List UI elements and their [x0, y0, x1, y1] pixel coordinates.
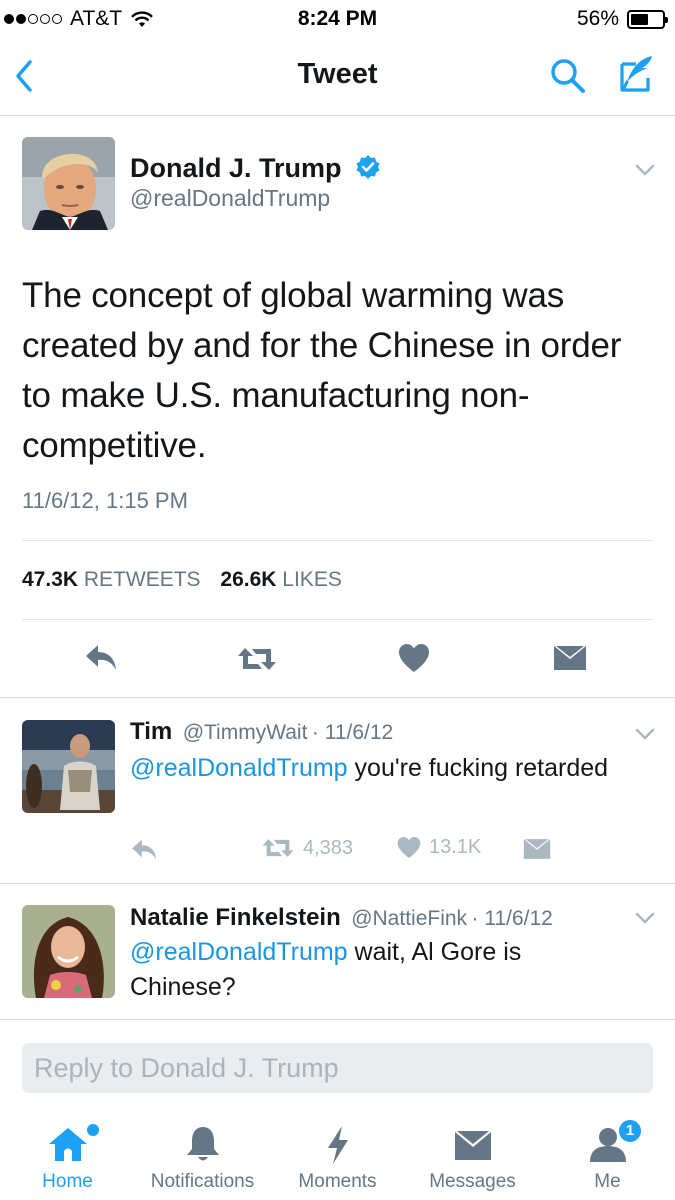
reply-icon: [132, 839, 157, 860]
reply-avatar[interactable]: [22, 905, 115, 998]
chevron-down-icon[interactable]: [634, 911, 656, 925]
retweet-icon[interactable]: [236, 645, 278, 673]
direct-message-icon: [523, 839, 551, 859]
tab-bar: Home Notifications Moments Messages 1 Me: [0, 1110, 675, 1200]
reply-author-name[interactable]: Tim: [130, 718, 172, 745]
status-right: 56%: [576, 7, 668, 31]
reply-date: · 11/6/12: [311, 721, 394, 744]
reply-button[interactable]: [130, 838, 160, 862]
tweet-text: The concept of global warming was create…: [22, 276, 622, 465]
chevron-down-icon[interactable]: [634, 727, 656, 741]
tab-moments[interactable]: Moments: [270, 1110, 405, 1200]
battery-icon: [627, 9, 668, 29]
direct-message-icon[interactable]: [553, 645, 587, 671]
verified-badge-icon: [356, 155, 380, 179]
tab-label: Me: [594, 1171, 621, 1192]
divider: [0, 697, 675, 698]
divider: [0, 883, 675, 884]
status-bar: AT&T 8:24 PM 56%: [0, 0, 675, 38]
reply-like-count: 13.1K: [429, 836, 482, 858]
tweet-timestamp: 11/6/12, 1:15 PM: [22, 488, 188, 513]
reply-icon[interactable]: [84, 643, 120, 673]
trump-portrait-image: [22, 137, 115, 230]
likes-count[interactable]: 26.6K: [220, 568, 276, 591]
tab-label: Notifications: [150, 1171, 255, 1192]
bell-icon: [186, 1127, 219, 1161]
likes-label[interactable]: LIKES: [282, 568, 342, 591]
reply-author-handle[interactable]: @TimmyWait: [183, 721, 308, 744]
message-button[interactable]: [523, 838, 551, 860]
heart-icon[interactable]: [398, 643, 430, 673]
reply-author-name[interactable]: Natalie Finkelstein: [130, 904, 341, 931]
search-icon[interactable]: [548, 56, 588, 96]
retweet-icon: [262, 839, 294, 857]
reply-avatar[interactable]: [22, 720, 115, 813]
author-name[interactable]: Donald J. Trump: [130, 153, 381, 184]
compose-icon[interactable]: [612, 52, 658, 98]
reply-author-handle[interactable]: @NattieFink: [351, 907, 467, 930]
divider: [22, 540, 653, 541]
tim-avatar-image: [22, 720, 115, 813]
status-time: 8:24 PM: [297, 7, 378, 30]
reply-text: @realDonaldTrump wait, Al Gore is Chines…: [130, 935, 610, 1005]
natalie-avatar-image: [22, 905, 115, 998]
battery-level: [631, 13, 648, 25]
tweet-stats: 47.3K RETWEETS 26.6K LIKES: [22, 568, 356, 592]
lightning-icon: [327, 1126, 348, 1164]
heart-icon: [397, 837, 421, 858]
retweets-count[interactable]: 47.3K: [22, 568, 78, 591]
tab-label: Moments: [298, 1171, 377, 1192]
divider: [22, 619, 653, 620]
reply-header: Natalie Finkelstein @NattieFink · 11/6/1…: [130, 904, 553, 932]
divider: [0, 1019, 675, 1020]
battery-percent: 56%: [576, 7, 619, 30]
reply-retweet-count: 4,383: [303, 836, 354, 859]
mention-link[interactable]: @realDonaldTrump: [130, 938, 348, 966]
author-name-text: Donald J. Trump: [130, 153, 342, 183]
retweet-button[interactable]: 4,383: [261, 836, 353, 860]
tab-notifications[interactable]: Notifications: [135, 1110, 270, 1200]
author-handle[interactable]: @realDonaldTrump: [130, 185, 330, 212]
home-icon: [48, 1128, 87, 1161]
author-avatar[interactable]: [22, 137, 115, 230]
reply-text: @realDonaldTrump you're fucking retarded: [130, 751, 640, 786]
reply-body: you're fucking retarded: [347, 754, 609, 782]
notification-badge: 1: [617, 1118, 643, 1144]
chevron-down-icon[interactable]: [634, 163, 656, 177]
like-button[interactable]: 13.1K: [397, 836, 481, 859]
tab-me[interactable]: 1 Me: [540, 1110, 675, 1200]
navigation-bar: Tweet: [0, 38, 675, 116]
envelope-icon: [454, 1131, 491, 1160]
reply-date: · 11/6/12: [471, 907, 553, 930]
tab-home[interactable]: Home: [0, 1110, 135, 1200]
mention-link[interactable]: @realDonaldTrump: [130, 754, 348, 782]
tab-label: Messages: [429, 1171, 516, 1192]
reply-input[interactable]: Reply to Donald J. Trump: [22, 1043, 653, 1093]
retweets-label[interactable]: RETWEETS: [84, 568, 201, 591]
tab-messages[interactable]: Messages: [405, 1110, 540, 1200]
tab-label: Home: [42, 1171, 93, 1192]
new-content-dot: [87, 1124, 99, 1136]
reply-header: Tim @TimmyWait · 11/6/12: [130, 718, 393, 746]
